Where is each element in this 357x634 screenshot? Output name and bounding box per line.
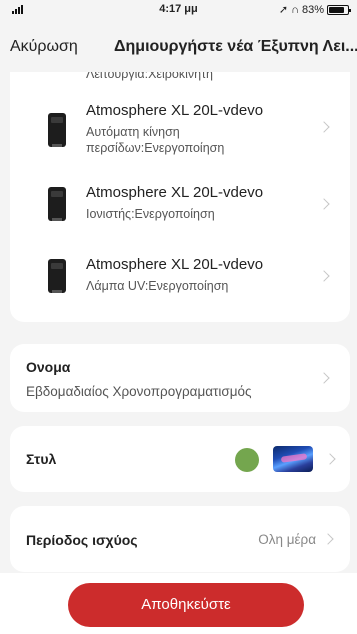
device-name: Atmosphere XL 20L-vdevo <box>86 102 264 119</box>
headphones-icon: ∩ <box>291 3 299 16</box>
active-period-label: Περίοδος ισχύος <box>26 532 138 548</box>
name-value: Εβδομαδιαίος Χρονοπρογραματισμός <box>26 384 252 399</box>
style-background-thumbnail[interactable] <box>273 446 313 472</box>
style-label: Στυλ <box>26 451 57 467</box>
chevron-right-icon <box>318 270 330 282</box>
device-action-row[interactable]: Atmosphere XL 20L-vdevo Αυτόματη κίνηση … <box>10 100 350 162</box>
cancel-button[interactable]: Ακύρωση <box>10 38 78 56</box>
status-bar: 4:17 μμ ➚ ∩ 83% <box>0 0 357 20</box>
air-purifier-icon <box>48 259 66 293</box>
device-actions-card: Λειτουργία:Χειροκίνητη Atmosphere XL 20L… <box>10 29 350 322</box>
chevron-right-icon <box>318 121 330 133</box>
chevron-right-icon <box>318 198 330 210</box>
name-label: Ονομα <box>26 359 71 375</box>
device-action-detail: Αυτόματη κίνηση περσίδων:Ενεργοποίηση <box>86 125 225 155</box>
location-icon: ➚ <box>278 4 289 16</box>
battery-percent: 83% <box>301 3 324 16</box>
device-action-detail: Ιονιστής:Ενεργοποίηση <box>86 207 215 221</box>
style-color-swatch[interactable] <box>235 448 259 472</box>
active-period-value: Ολη μέρα <box>258 532 316 547</box>
chevron-right-icon <box>322 533 334 545</box>
name-setting-row[interactable]: Ονομα Εβδομαδιαίος Χρονοπρογραματισμός <box>10 344 350 412</box>
navigation-bar: Ακύρωση Δημιουργήστε νέα Έξυπνη Λει... <box>0 24 357 72</box>
air-purifier-icon <box>48 187 66 221</box>
footer-bar: Αποθηκεύστε <box>0 573 357 634</box>
device-action-detail: Λάμπα UV:Ενεργοποίηση <box>86 279 229 293</box>
save-button[interactable]: Αποθηκεύστε <box>68 583 304 627</box>
chevron-right-icon <box>318 372 330 384</box>
chevron-right-icon <box>324 453 336 465</box>
page-title: Δημιουργήστε νέα Έξυπνη Λει... <box>114 38 357 55</box>
device-action-row[interactable]: Atmosphere XL 20L-vdevo Ιονιστής:Ενεργοπ… <box>10 184 350 234</box>
device-name: Atmosphere XL 20L-vdevo <box>86 184 264 201</box>
device-name: Atmosphere XL 20L-vdevo <box>86 256 264 273</box>
device-action-row[interactable]: Atmosphere XL 20L-vdevo Λάμπα UV:Ενεργοπ… <box>10 256 350 306</box>
battery-level <box>329 6 344 13</box>
air-purifier-icon <box>48 113 66 147</box>
active-period-row[interactable]: Περίοδος ισχύος Ολη μέρα <box>10 506 350 572</box>
battery-icon <box>327 4 351 15</box>
style-setting-row[interactable]: Στυλ <box>10 426 350 492</box>
